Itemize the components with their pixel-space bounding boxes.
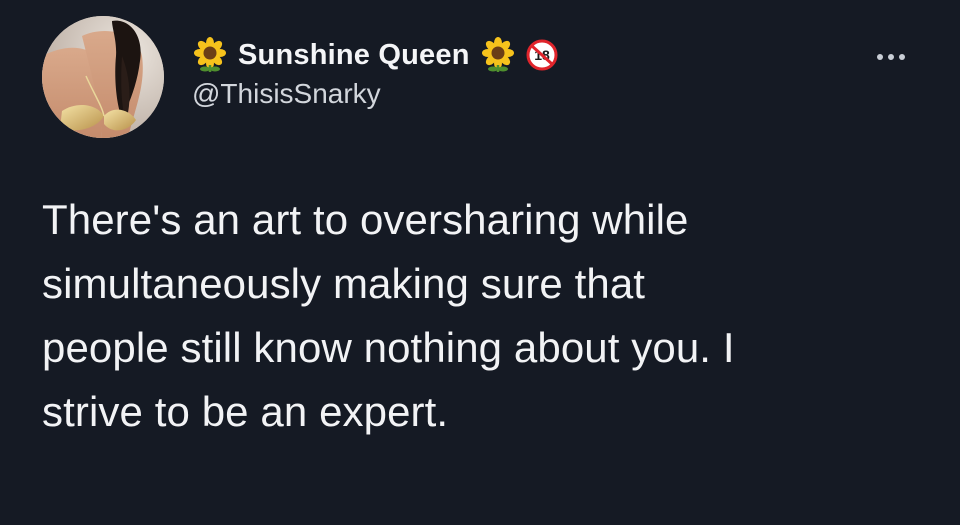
more-options-dot: [899, 54, 905, 60]
author-display-name[interactable]: Sunshine Queen: [238, 39, 470, 72]
tweet-card: Sunshine Queen 18: [0, 0, 960, 525]
sunflower-icon: [194, 37, 226, 72]
author-handle[interactable]: @ThisisSnarky: [192, 78, 381, 110]
author-name-row[interactable]: Sunshine Queen 18: [192, 34, 558, 76]
no-under-18-icon: 18: [526, 39, 558, 71]
avatar-image: [42, 16, 164, 138]
sunflower-icon: [481, 37, 514, 72]
tweet-text: There's an art to oversharing while simu…: [42, 196, 735, 435]
more-options-dot: [877, 54, 883, 60]
more-options-icon[interactable]: [868, 44, 914, 70]
avatar[interactable]: [42, 16, 164, 138]
more-options-dot: [888, 54, 894, 60]
